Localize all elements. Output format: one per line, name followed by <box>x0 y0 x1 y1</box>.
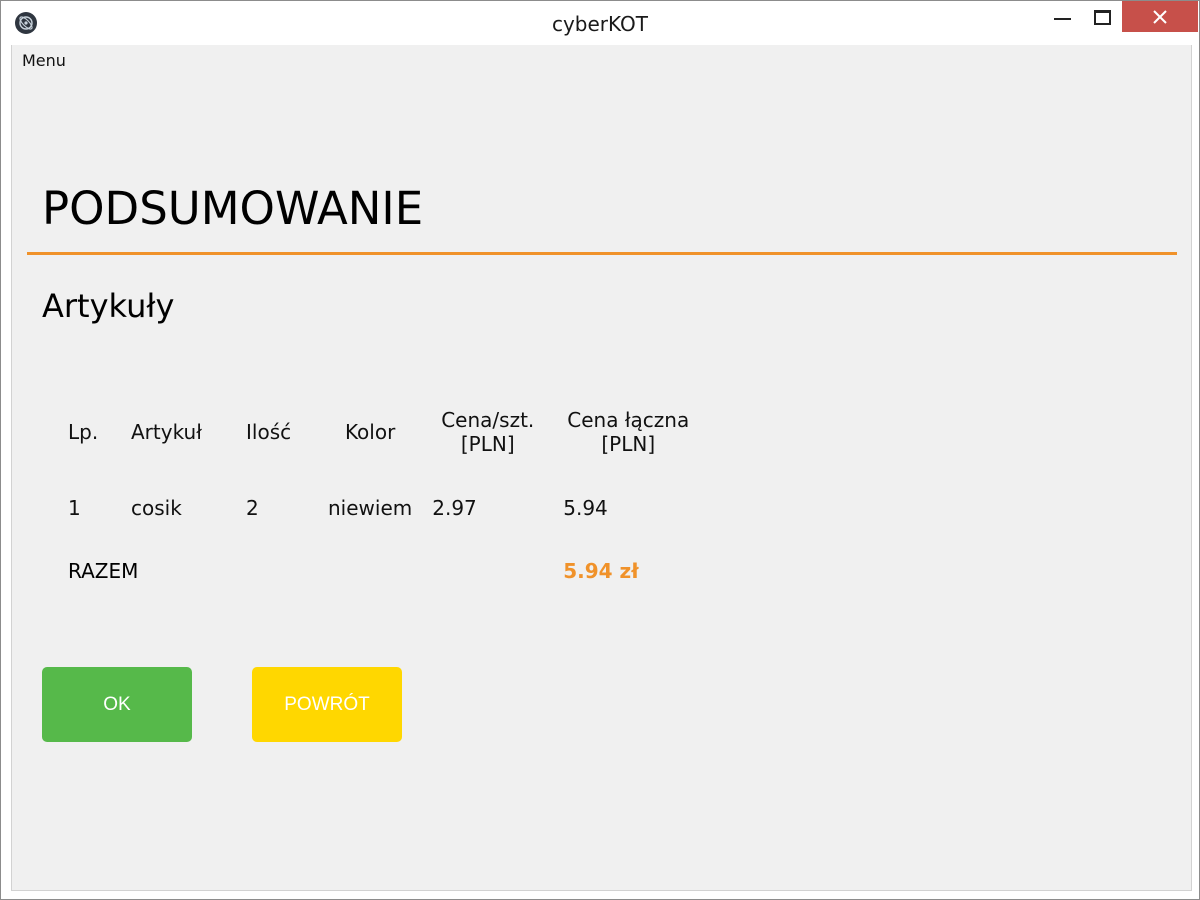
title-bar[interactable]: cyberKOT <box>1 1 1199 45</box>
header-total-price-line2: [PLN] <box>601 432 656 456</box>
close-button[interactable] <box>1122 1 1198 32</box>
title-divider <box>27 252 1177 255</box>
total-label: RAZEM <box>68 559 139 583</box>
summary-table: Lp. Artykuł Ilość Kolor Cena/szt. [PLN] … <box>58 401 703 589</box>
maximize-button[interactable] <box>1078 1 1124 32</box>
header-color: Kolor <box>344 420 396 444</box>
header-article: Artykuł <box>131 420 202 444</box>
page-title: PODSUMOWANIE <box>42 182 424 235</box>
app-window: cyberKOT Menu PODSUMOWANIE Artykuły Lp. … <box>0 0 1200 900</box>
cell-quantity: 2 <box>246 496 259 520</box>
total-value: 5.94 zł <box>563 559 639 583</box>
cell-unit-price: 2.97 <box>432 496 477 520</box>
header-total-price: Cena łączna [PLN] <box>553 401 703 463</box>
app-content: Menu PODSUMOWANIE Artykuły Lp. Artykuł I… <box>11 45 1192 891</box>
minimize-icon <box>1054 18 1071 20</box>
total-row: RAZEM 5.94 zł <box>58 553 703 589</box>
ok-button[interactable]: OK <box>42 667 192 742</box>
back-button[interactable]: POWRÓT <box>252 667 402 742</box>
header-unit-price-line1: Cena/szt. <box>441 408 535 432</box>
cell-lp: 1 <box>68 496 81 520</box>
cell-total-price: 5.94 <box>563 496 608 520</box>
header-quantity: Ilość <box>246 420 292 444</box>
close-icon <box>1153 10 1167 24</box>
table-header-row: Lp. Artykuł Ilość Kolor Cena/szt. [PLN] … <box>58 401 703 463</box>
cell-color: niewiem <box>328 496 413 520</box>
maximize-icon <box>1094 10 1111 25</box>
header-unit-price-line2: [PLN] <box>460 432 515 456</box>
section-title: Artykuły <box>42 287 175 325</box>
window-title: cyberKOT <box>551 12 649 36</box>
header-lp: Lp. <box>68 420 99 444</box>
menu-button[interactable]: Menu <box>22 51 66 70</box>
header-unit-price: Cena/szt. [PLN] <box>422 401 553 463</box>
header-total-price-line1: Cena łączna <box>567 408 690 432</box>
cell-article: cosik <box>131 496 182 520</box>
table-row: 1 cosik 2 niewiem 2.97 5.94 <box>58 463 703 553</box>
